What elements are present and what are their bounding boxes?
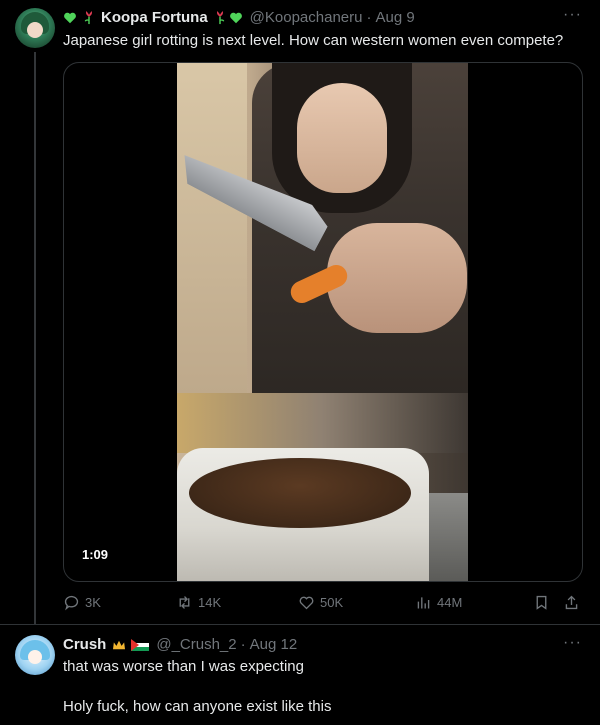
share-icon [565,595,578,610]
heart-icon [299,596,314,610]
flower-icon [216,10,224,25]
tweet-actions: 3K 14K 50K 44M [63,594,581,614]
dot-separator: · [240,636,246,653]
flag-icon [131,638,150,651]
more-options-icon[interactable]: ··· [563,634,582,652]
green-heart-icon [64,12,76,23]
author-handle[interactable]: @_Crush_2 [156,636,236,653]
author-handle[interactable]: @Koopachaneru [250,9,363,26]
repost-button[interactable]: 14K [176,594,221,611]
tweet-header: Koopa Fortuna @Koopachaneru · Aug 9 [63,9,415,26]
view-count: 44M [437,595,463,610]
video-frame [177,63,468,581]
repost-icon [179,596,190,609]
author-name[interactable]: Crush [63,636,106,653]
reply-icon [64,595,79,611]
reply-count: 3K [85,595,101,610]
tweet-date[interactable]: Aug 9 [375,9,414,26]
video-player[interactable]: 1:09 [63,62,583,582]
reply-button[interactable]: 3K [63,594,101,611]
bookmark-icon [536,595,547,610]
views-button[interactable]: 44M [415,594,462,611]
dot-separator: · [366,9,372,26]
author-name[interactable]: Koopa Fortuna [101,9,208,26]
flower-icon [84,10,92,25]
tweet-text-line-1: that was worse than I was expecting [63,658,304,675]
video-duration: 1:09 [76,545,115,564]
bookmark-button[interactable] [533,594,555,611]
share-button[interactable] [563,594,585,611]
avatar[interactable] [15,8,55,48]
tweet-text: Japanese girl rotting is next level. How… [63,32,564,49]
divider [0,624,600,625]
like-count: 50K [320,595,344,610]
tweet-date[interactable]: Aug 12 [250,636,298,653]
crown-icon [113,640,126,649]
green-heart-icon [229,12,242,23]
bar-chart-icon [417,597,430,609]
more-options-icon[interactable]: ··· [563,6,582,24]
tweet-text-line-2: Holy fuck, how can anyone exist like thi… [63,698,332,715]
repost-count: 14K [198,595,222,610]
tweet-header: Crush @_Crush_2 · Aug 12 [63,636,297,653]
thread-connector-line [34,52,36,624]
avatar[interactable] [15,635,55,675]
like-button[interactable]: 50K [298,594,343,611]
